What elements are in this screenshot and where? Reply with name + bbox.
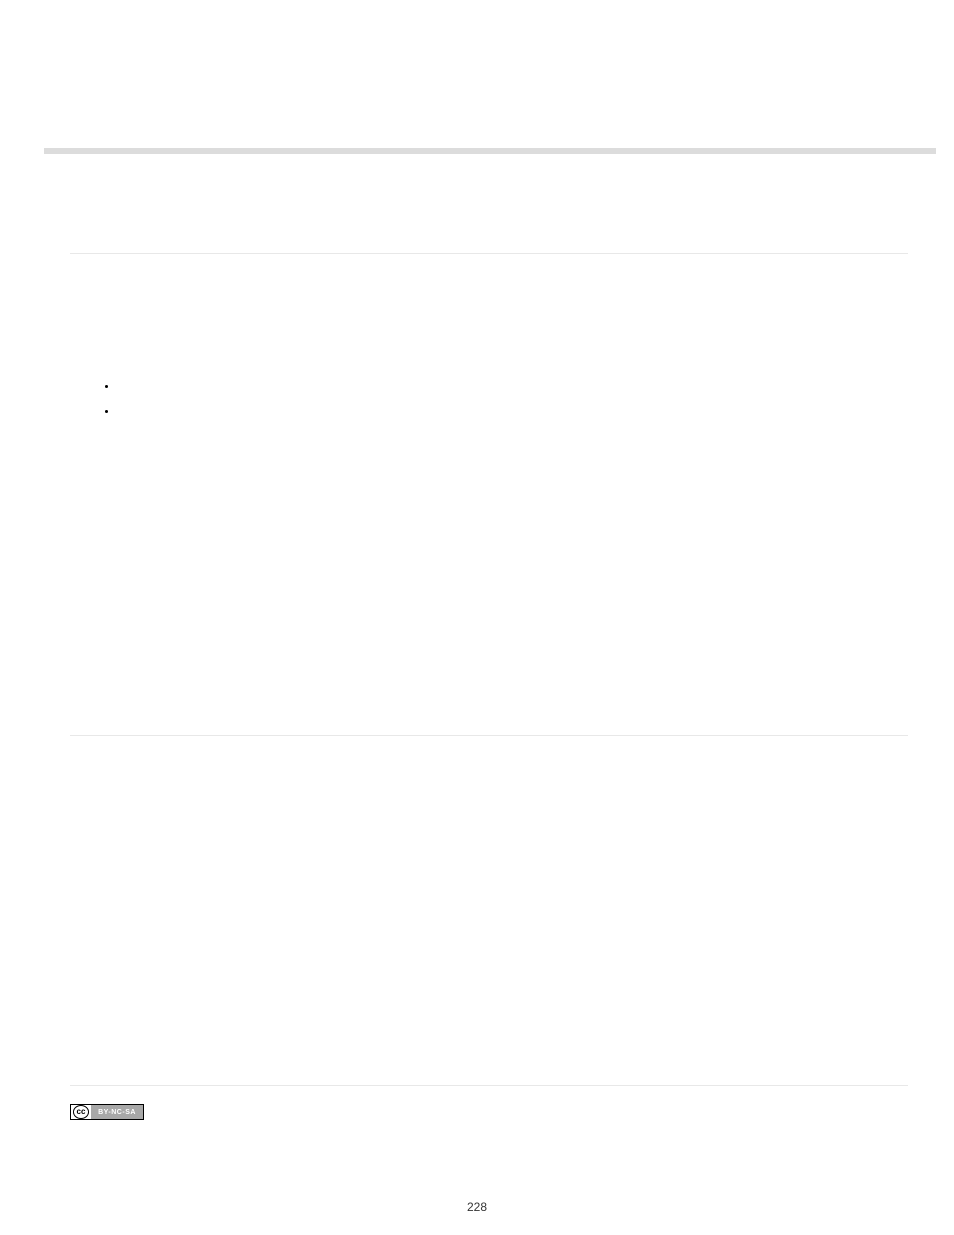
cc-license-text: BY-NC-SA (91, 1105, 143, 1119)
bullet-icon (105, 410, 108, 413)
page-number: 228 (0, 1200, 954, 1214)
divider-line (70, 735, 908, 736)
bullet-icon (105, 385, 108, 388)
cc-license-badge: cc BY-NC-SA (70, 1104, 144, 1120)
header-bar (44, 148, 936, 154)
divider-line (70, 1085, 908, 1086)
cc-icon: cc (73, 1105, 89, 1119)
divider-line (70, 253, 908, 254)
